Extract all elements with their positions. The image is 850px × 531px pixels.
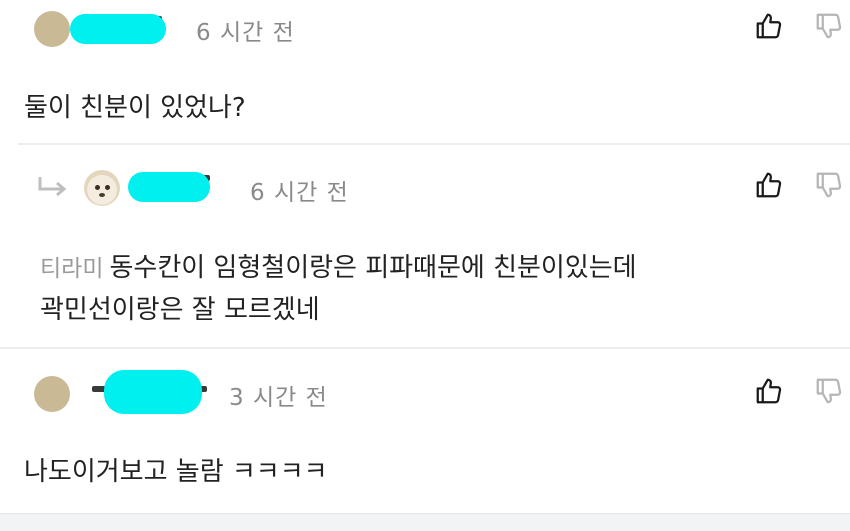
comment-body: 둘이 친분이 있었나? (24, 93, 246, 123)
comment-3: 3 시간 전 나도이거보고 놀람 ㅋㅋㅋㅋ (0, 350, 850, 513)
comment-time: 6 시간 전 (196, 20, 295, 46)
avatar[interactable] (84, 170, 120, 206)
avatar[interactable] (34, 11, 70, 47)
comment-body: 나도이거보고 놀람 ㅋㅋㅋㅋ (24, 457, 328, 487)
footer-strip (0, 513, 850, 531)
nickname-redacted[interactable] (128, 172, 210, 202)
thumbs-down-icon[interactable] (814, 11, 844, 41)
thumbs-up-icon[interactable] (754, 170, 784, 200)
thumbs-down-icon[interactable] (814, 170, 844, 200)
reply-arrow-icon (38, 177, 67, 197)
comment-time: 3 시간 전 (229, 385, 328, 411)
thumbs-down-icon[interactable] (814, 376, 844, 406)
nickname-redacted[interactable] (104, 370, 202, 414)
avatar-eye (105, 185, 110, 190)
comment-body-line-1: 티라미 동수칸이 임형철이랑은 피파때문에 친분이있는데 (40, 248, 637, 289)
avatar-eye (95, 185, 100, 190)
avatar-nose (99, 193, 105, 197)
comment-body-text: 동수칸이 임형철이랑은 피파때문에 친분이있는데 (109, 253, 637, 283)
avatar[interactable] (34, 376, 70, 412)
thumbs-up-icon[interactable] (754, 376, 784, 406)
mention-tag[interactable]: 티라미 (40, 256, 103, 282)
comment-body-line-2: 곽민선이랑은 잘 모르겠네 (40, 295, 320, 325)
nickname-redacted[interactable] (70, 14, 166, 44)
comment-1: 6 시간 전 둘이 친분이 있었나? (0, 0, 850, 143)
divider (0, 347, 850, 349)
comment-time: 6 시간 전 (250, 180, 349, 206)
thumbs-up-icon[interactable] (754, 11, 784, 41)
comment-2-reply: 6 시간 전 티라미 동수칸이 임형철이랑은 피파때문에 친분이있는데 곽민선이랑… (0, 145, 850, 348)
